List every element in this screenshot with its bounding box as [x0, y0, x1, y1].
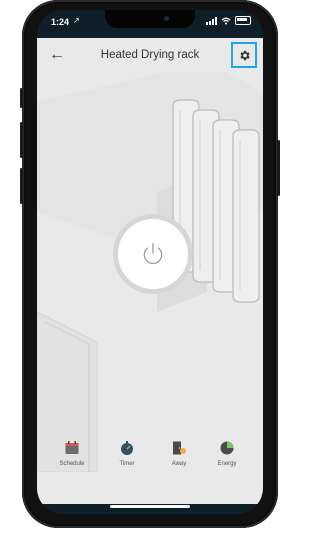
power-icon	[143, 243, 163, 265]
energy-icon	[220, 441, 234, 455]
location-icon: ↗	[73, 16, 80, 25]
page-title: Heated Drying rack	[100, 49, 200, 61]
nav-label-timer: Timer	[119, 461, 135, 467]
volume-down-button	[20, 168, 23, 204]
gear-icon	[239, 50, 250, 60]
nav-item-away[interactable]: Away	[156, 440, 202, 467]
power-button[interactable]	[113, 214, 193, 294]
home-indicator[interactable]	[110, 505, 190, 508]
app-screen: ← Heated Drying rack Schedule Timer Away…	[37, 38, 263, 504]
power-side-button	[277, 140, 280, 196]
camera	[164, 16, 169, 21]
battery-icon	[235, 16, 251, 25]
nav-label-away: Away	[171, 461, 187, 467]
calendar-icon	[65, 441, 79, 454]
bottom-nav: Schedule Timer Away Energy	[37, 440, 263, 484]
timer-icon	[121, 441, 133, 455]
back-arrow-icon[interactable]: ←	[49, 46, 67, 64]
away-icon	[173, 441, 186, 455]
wifi-icon	[221, 17, 231, 24]
volume-up-button	[20, 122, 23, 158]
settings-button[interactable]	[231, 42, 257, 68]
screen: 1:24 ↗ ← Heated Drying rack Schedule Tim…	[37, 10, 263, 514]
nav-label-energy: Energy	[217, 461, 237, 467]
app-header: ← Heated Drying rack	[37, 38, 263, 72]
mute-switch	[20, 88, 23, 108]
status-icons	[206, 16, 251, 25]
status-time: 1:24	[51, 17, 70, 27]
nav-item-energy[interactable]: Energy	[204, 440, 250, 467]
signal-icon	[206, 16, 217, 25]
notch	[105, 10, 195, 28]
nav-label-schedule: Schedule	[59, 461, 85, 467]
nav-item-timer[interactable]: Timer	[104, 440, 150, 467]
nav-item-schedule[interactable]: Schedule	[49, 440, 95, 467]
